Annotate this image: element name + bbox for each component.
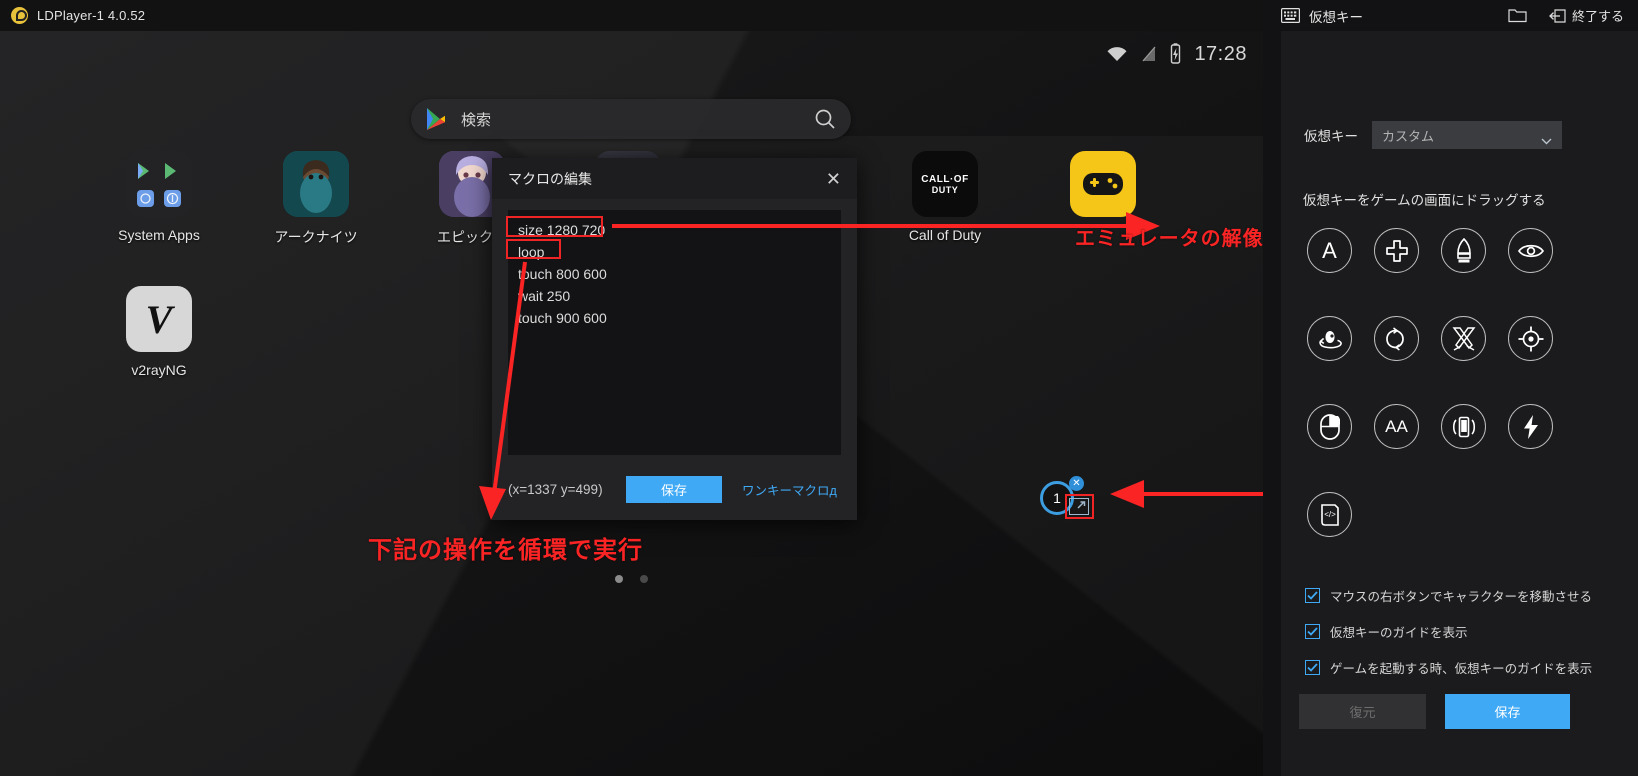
virtual-keyboard-icon — [1281, 8, 1300, 24]
status-clock: 17:28 — [1194, 42, 1247, 65]
virtual-key-panel-header: 仮想キー 終了する — [1263, 0, 1638, 31]
close-icon[interactable]: ✕ — [822, 168, 845, 190]
search-bar[interactable]: 検索 — [411, 99, 851, 139]
android-status-bar: 17:28 — [1105, 39, 1247, 69]
gamepad-icon — [1070, 151, 1136, 217]
page-dot[interactable] — [640, 575, 648, 583]
call-of-duty-icon: CALL·OF DUTY — [912, 151, 978, 217]
app-label: Call of Duty — [908, 227, 982, 243]
macro-script-line[interactable]: touch 800 600 — [518, 263, 831, 285]
system-apps-folder-icon — [126, 151, 192, 217]
dpad-cross-icon[interactable] — [1374, 228, 1419, 273]
macro-dialog-title: マクロの編集 — [508, 170, 592, 187]
macro-script-line[interactable]: size 1280 720 — [518, 219, 831, 241]
search-input[interactable]: 検索 — [461, 109, 813, 130]
rotate-3d-icon[interactable] — [1374, 316, 1419, 361]
drag-hint-text: 仮想キーをゲームの画面にドラッグする — [1303, 193, 1546, 208]
letter-a-key-icon[interactable]: A — [1307, 228, 1352, 273]
macro-edit-dialog[interactable]: マクロの編集 ✕ size 1280 720 loop touch 800 60… — [492, 158, 857, 520]
virtual-key-panel[interactable]: 仮想キー 終了する 仮想キー カスタム 仮想キーをゲームの画面にドラッグする A… — [1263, 0, 1638, 776]
chevron-down-icon — [1541, 132, 1552, 144]
checkbox-box[interactable] — [1305, 624, 1320, 639]
shake-device-icon[interactable] — [1441, 404, 1486, 449]
battery-charging-icon — [1169, 43, 1182, 65]
exit-button[interactable]: 終了する — [1549, 6, 1624, 25]
macro-script-icon[interactable]: </> — [1307, 492, 1352, 537]
app-label: アークナイツ — [274, 229, 358, 245]
virtual-key-label: 仮想キー — [1304, 129, 1358, 144]
checkbox-show-guide[interactable]: 仮想キーのガイドを表示 — [1305, 622, 1635, 641]
check-icon — [1307, 627, 1318, 636]
arknights-icon — [283, 151, 349, 217]
page-dot-active[interactable] — [615, 575, 623, 583]
app-icon-call-of-duty[interactable]: CALL·OF DUTY Call of Duty — [891, 151, 999, 243]
home-page-dots — [0, 575, 1263, 583]
check-icon — [1307, 663, 1318, 672]
app-icon-arknights[interactable]: アークナイツ — [262, 151, 370, 247]
checkbox-box[interactable] — [1305, 588, 1320, 603]
crossed-swords-icon[interactable] — [1441, 316, 1486, 361]
google-play-icon — [425, 107, 447, 131]
wifi-icon — [1105, 45, 1129, 63]
search-icon[interactable] — [813, 107, 837, 131]
mouse-icon[interactable] — [1307, 404, 1352, 449]
floating-macro-key[interactable]: 1 ✕ — [1040, 476, 1120, 529]
cod-line2: DUTY — [931, 184, 959, 195]
onekey-macro-link[interactable]: ワンキーマクロд — [742, 480, 837, 499]
macro-save-button[interactable]: 保存 — [626, 475, 722, 503]
lightning-icon[interactable] — [1508, 404, 1553, 449]
check-icon — [1307, 591, 1318, 600]
ldplayer-logo-icon — [11, 7, 28, 24]
v2rayng-icon: V — [126, 286, 192, 352]
svg-text:</>: </> — [1324, 510, 1336, 519]
close-circle-icon[interactable]: ✕ — [1069, 476, 1084, 491]
macro-script-line[interactable]: touch 900 600 — [518, 307, 831, 329]
checkbox-label: マウスの右ボタンでキャラクターを移動させる — [1330, 590, 1593, 604]
macro-script-line[interactable]: loop — [518, 241, 831, 263]
checkbox-label: ゲームを起動する時、仮想キーのガイドを表示 — [1330, 662, 1593, 676]
panel-action-buttons: 復元 保存 — [1299, 694, 1570, 729]
bullet-icon[interactable] — [1441, 228, 1486, 273]
virtual-key-preset-select[interactable]: カスタム — [1372, 121, 1562, 149]
restore-button[interactable]: 復元 — [1299, 694, 1426, 729]
window-title: LDPlayer-1 4.0.52 — [37, 8, 146, 23]
folder-icon[interactable] — [1508, 8, 1527, 23]
virtual-key-preset-value: カスタム — [1382, 128, 1435, 144]
signal-icon — [1141, 45, 1157, 63]
macro-script-line[interactable]: wait 250 — [518, 285, 831, 307]
app-icon-system-apps[interactable]: System Apps — [105, 151, 213, 243]
macro-dialog-footer: (x=1337 y=499) 保存 ワンキーマクロд — [492, 458, 857, 520]
app-label: System Apps — [118, 227, 200, 243]
checkbox-show-guide-on-launch[interactable]: ゲームを起動する時、仮想キーのガイドを表示 — [1305, 658, 1635, 677]
aim-rotate-icon[interactable] — [1307, 316, 1352, 361]
panel-checkbox-list: マウスの右ボタンでキャラクターを移動させる 仮想キーのガイドを表示 ゲームを起動… — [1305, 586, 1635, 694]
window-titlebar: LDPlayer-1 4.0.52 — [0, 0, 1263, 31]
app-icon-gamepad[interactable] — [1049, 151, 1157, 227]
checkbox-right-click-move[interactable]: マウスの右ボタンでキャラクターを移動させる — [1305, 586, 1635, 605]
virtual-key-icon-grid: A AA </> — [1307, 228, 1567, 580]
exit-icon — [1549, 8, 1566, 23]
text-aa-icon[interactable]: AA — [1374, 404, 1419, 449]
app-icon-v2rayng[interactable]: V v2rayNG — [105, 286, 213, 378]
panel-title: 仮想キー — [1309, 9, 1363, 25]
macro-dialog-header: マクロの編集 ✕ — [492, 158, 857, 199]
checkbox-box[interactable] — [1305, 660, 1320, 675]
crosshair-icon[interactable] — [1508, 316, 1553, 361]
annotation-resolution: エミュレータの解像度 — [1075, 228, 1285, 250]
macro-script-editor[interactable]: size 1280 720 loop touch 800 600 wait 25… — [508, 210, 841, 455]
edit-icon-highlight — [1065, 494, 1094, 519]
annotation-loop: 下記の操作を循環で実行 — [368, 537, 643, 564]
cursor-coordinate-readout: (x=1337 y=499) — [508, 481, 603, 497]
checkbox-label: 仮想キーのガイドを表示 — [1330, 626, 1468, 640]
app-label: v2rayNG — [131, 362, 187, 378]
eye-icon[interactable] — [1508, 228, 1553, 273]
exit-label: 終了する — [1571, 9, 1624, 24]
panel-save-button[interactable]: 保存 — [1445, 694, 1570, 729]
virtual-key-preset-row: 仮想キー カスタム — [1304, 121, 1562, 149]
virtual-key-panel-body: 仮想キー カスタム 仮想キーをゲームの画面にドラッグする A AA </> マウ… — [1281, 31, 1638, 776]
cod-line1: CALL·OF — [921, 173, 969, 185]
